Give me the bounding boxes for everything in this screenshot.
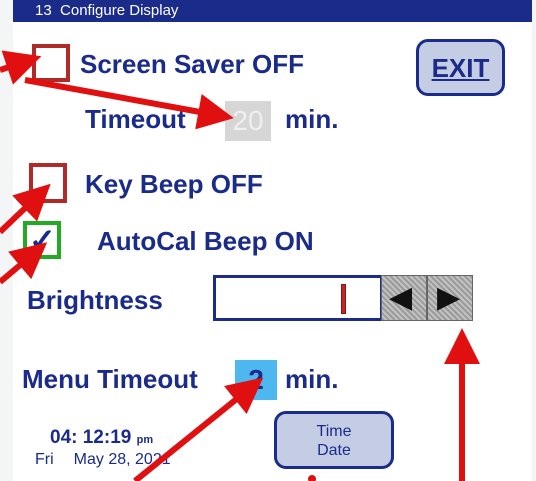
timeout-value-field[interactable]: 20 <box>225 101 271 141</box>
brightness-label: Brightness <box>27 285 163 315</box>
title-bar: 13 Configure Display <box>13 0 532 22</box>
autocal-beep-label: AutoCal Beep ON <box>97 226 314 256</box>
check-mark-icon: ✓ <box>29 222 56 258</box>
brightness-slider-thumb[interactable] <box>341 284 347 314</box>
time-date-line1: Time <box>316 423 352 440</box>
time-value: 04: 12:19 <box>50 427 132 448</box>
exit-button[interactable]: EXIT <box>416 39 505 96</box>
key-beep-checkbox[interactable] <box>29 163 67 203</box>
title-number: 13 <box>35 2 52 19</box>
time-date-button[interactable]: Time Date <box>274 411 394 469</box>
clock-time: 04: 12:19 pm <box>50 427 153 449</box>
autocal-beep-checkbox[interactable]: ✓ <box>23 221 61 259</box>
left-arrow-icon: ◀ <box>389 281 413 314</box>
frame-edge <box>0 0 13 481</box>
right-arrow-icon: ▶ <box>437 281 461 314</box>
brightness-decrease-button[interactable]: ◀ <box>381 275 427 321</box>
ampm: pm <box>136 434 154 446</box>
key-beep-label: Key Beep OFF <box>85 169 263 199</box>
title-label: Configure Display <box>60 2 179 19</box>
display-screen: 13 Configure Display Screen Saver OFF Ti… <box>13 0 532 481</box>
day-of-week: Fri <box>35 451 54 468</box>
timeout-unit: min. <box>285 104 339 134</box>
time-date-line2: Date <box>317 442 351 459</box>
exit-label: EXIT <box>431 53 490 83</box>
clock-date: Fri May 28, 2021 <box>35 451 171 469</box>
brightness-increase-button[interactable]: ▶ <box>427 275 473 321</box>
screen-saver-label: Screen Saver OFF <box>80 49 304 79</box>
menu-timeout-value-field[interactable]: 2 <box>235 360 277 400</box>
menu-timeout-unit: min. <box>285 364 339 394</box>
screen-saver-checkbox[interactable] <box>32 44 70 82</box>
menu-timeout-label: Menu Timeout <box>22 364 198 394</box>
brightness-slider[interactable] <box>213 275 383 321</box>
date-value: May 28, 2021 <box>73 451 171 468</box>
title-text: 13 Configure Display <box>35 2 178 19</box>
timeout-label: Timeout <box>85 104 186 134</box>
